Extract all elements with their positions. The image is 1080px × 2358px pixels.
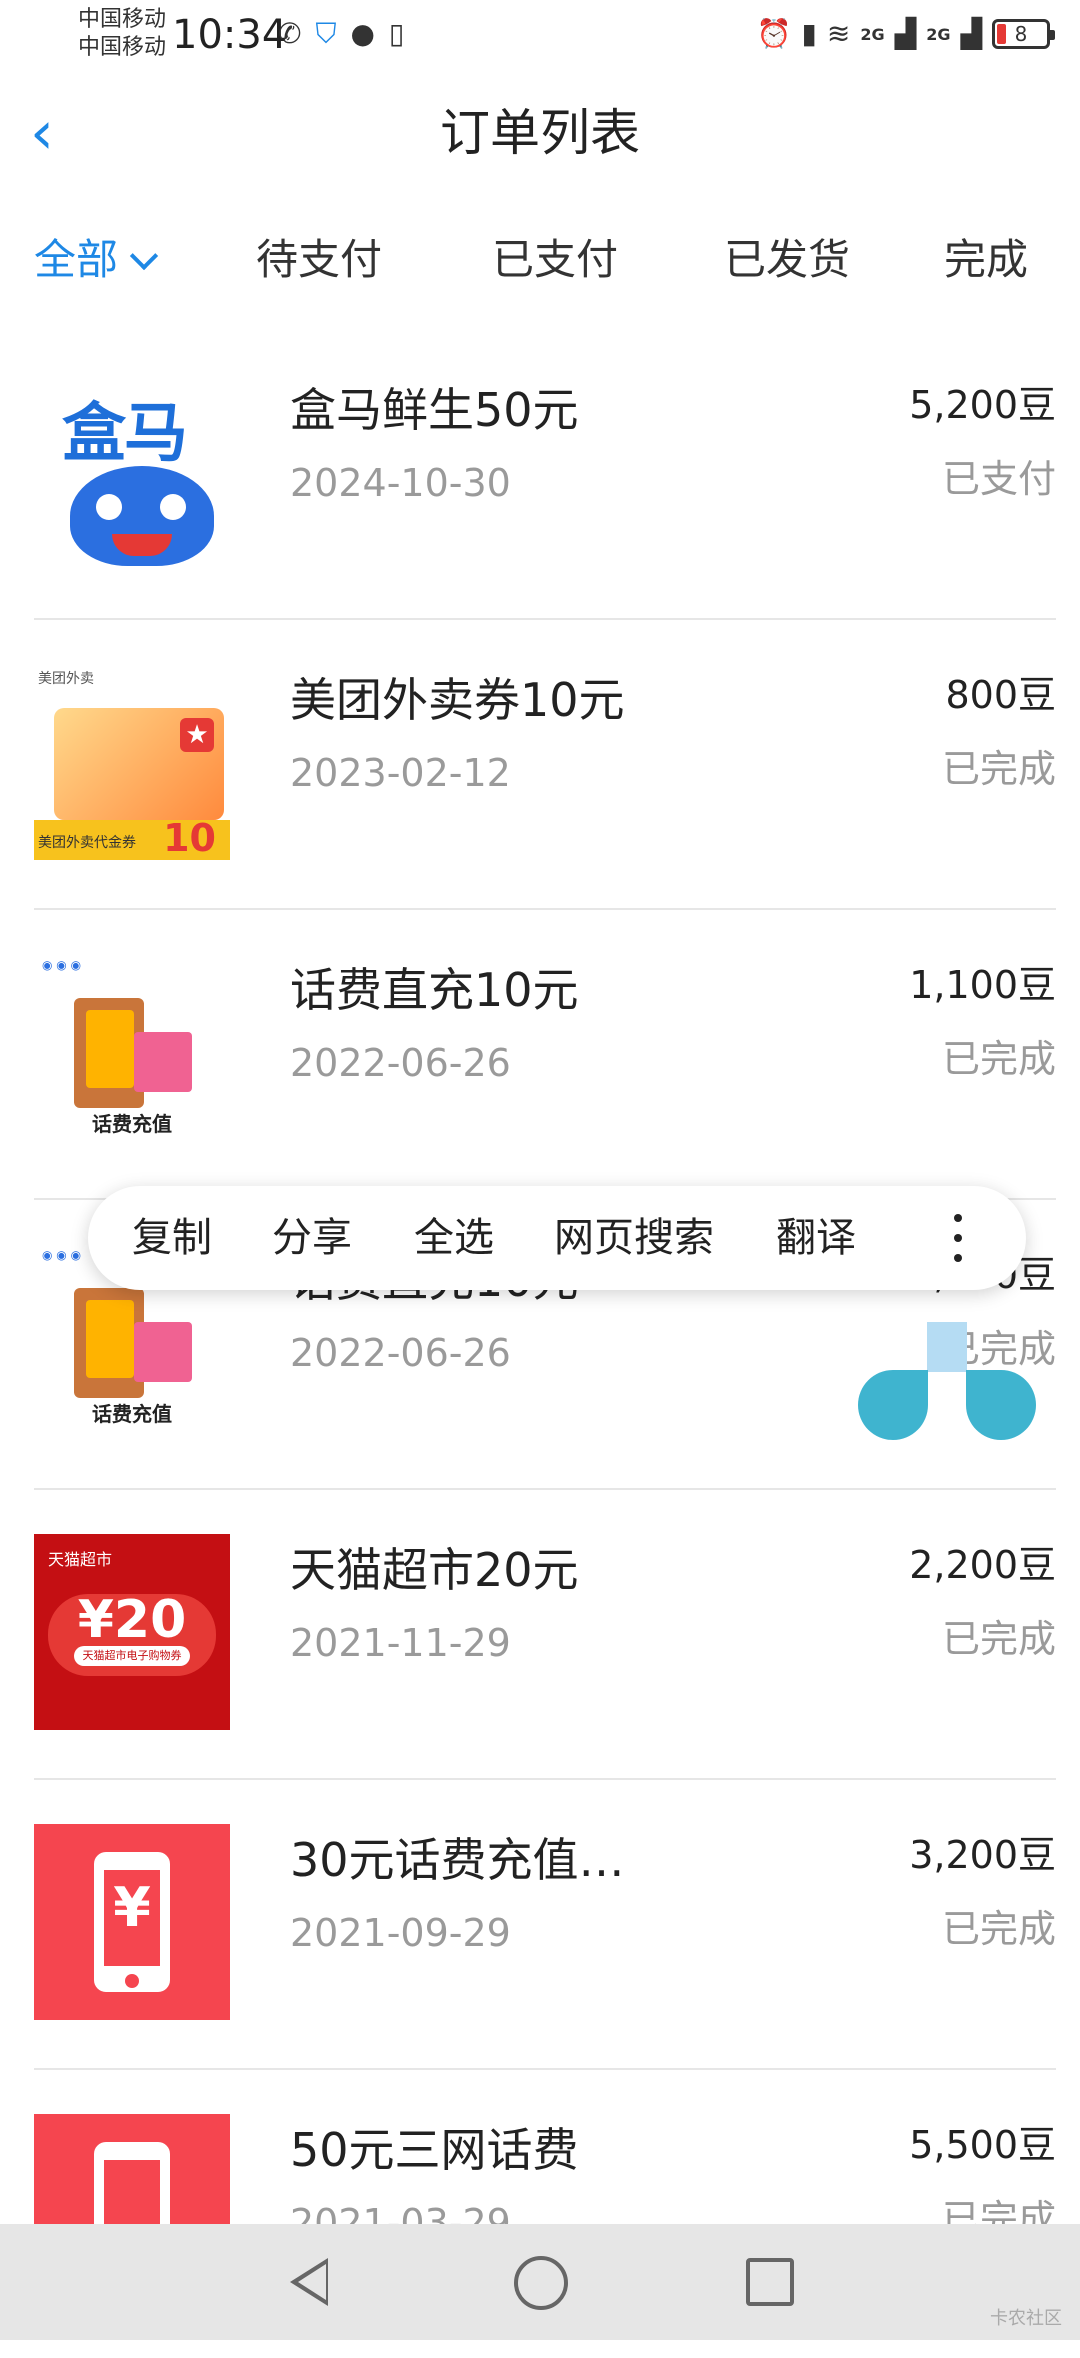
gift-icon (134, 1032, 192, 1092)
web-search-menu-item[interactable]: 网页搜索 (554, 1186, 714, 1290)
order-date: 2022-06-26 (290, 1041, 511, 1085)
battery-level: 8 (1014, 22, 1028, 46)
system-icons: ⏰ ▮ ≋ 2G ▟ 2G ▟ 8 (756, 17, 1055, 50)
order-row[interactable]: ¥ 30元话费充值… 2021-09-29 3,200豆 已完成 (34, 1780, 1056, 2070)
signal-2-icon: 2G (926, 24, 951, 44)
order-row[interactable]: 盒马 盒马鲜生50元 2024-10-30 5,200豆 已支付 (34, 330, 1056, 620)
order-date: 2021-11-29 (290, 1621, 511, 1665)
order-title: 30元话费充值… (290, 1833, 625, 1887)
order-date: 2021-09-29 (290, 1911, 511, 1955)
order-price: 2,200豆 (909, 1543, 1056, 1587)
nav-recents-icon[interactable] (746, 2258, 794, 2306)
more-options-icon[interactable] (954, 1214, 962, 1262)
page-title: 订单列表 (440, 104, 640, 162)
wifi-icon: ≋ (826, 17, 851, 50)
signal-bars-2-icon: ▟ (960, 17, 982, 50)
phone-topup-thumbnail: ◉ ◉ ◉ 话费充值 (34, 954, 230, 1150)
signal-bars-1-icon: ▟ (894, 17, 917, 50)
order-title: 话费直充10元 (290, 963, 579, 1017)
select-all-menu-item[interactable]: 全选 (414, 1186, 494, 1290)
carrier-logos-icon: ◉ ◉ ◉ (42, 958, 82, 972)
battery-icon: 8 (992, 19, 1055, 49)
signal-1-icon: 2G (860, 24, 885, 44)
selection-end-handle[interactable] (966, 1370, 1036, 1440)
order-status: 已完成 (941, 1907, 1056, 1951)
thumb-sub: 天猫超市电子购物券 (74, 1646, 190, 1666)
order-status: 已完成 (941, 747, 1056, 791)
tmall-thumbnail: 天猫超市 ¥20 天猫超市电子购物券 (34, 1534, 230, 1730)
hema-logo-text: 盒马 (62, 397, 188, 471)
order-status: 已完成 (941, 1617, 1056, 1661)
order-date: 2023-02-12 (290, 751, 511, 795)
tab-all[interactable]: 全部 (34, 225, 159, 295)
translate-menu-item[interactable]: 翻译 (776, 1186, 856, 1290)
order-row[interactable]: 天猫超市 ¥20 天猫超市电子购物券 天猫超市20元 2021-11-29 2,… (34, 1490, 1056, 1780)
carrier-2: 中国移动 (78, 35, 167, 60)
meituan-thumbnail: 美团外卖 ★ 美团外卖代金券 10 (34, 664, 230, 860)
order-title: 50元三网话费 (290, 2123, 579, 2177)
thumb-amount: 10 (163, 816, 216, 860)
order-row[interactable]: ◉ ◉ ◉ 话费充值 话费直充10元 2022-06-26 1,100豆 已完成 (34, 910, 1056, 1200)
carrier-labels: 中国移动 中国移动 (78, 6, 166, 62)
nav-home-icon[interactable] (514, 2256, 568, 2310)
share-menu-item[interactable]: 分享 (272, 1186, 352, 1290)
message-icon: ● (350, 17, 375, 50)
thumb-brand: 美团外卖 (38, 671, 94, 687)
order-row[interactable]: 美团外卖 ★ 美团外卖代金券 10 美团外卖券10元 2023-02-12 80… (34, 620, 1056, 910)
chevron-down-icon (129, 241, 159, 271)
order-title: 美团外卖券10元 (290, 673, 625, 727)
text-context-menu: 复制 分享 全选 网页搜索 翻译 (88, 1186, 1026, 1290)
missed-call-icon: ✆ (278, 17, 302, 50)
thumb-label: 话费充值 (92, 1112, 172, 1136)
tab-completed[interactable]: 完成 (944, 225, 1028, 295)
vibrate-icon: ▮ (801, 17, 817, 50)
phone-icon: ▯ (388, 17, 405, 50)
hema-thumbnail: 盒马 (34, 374, 230, 570)
order-title: 天猫超市20元 (290, 1543, 579, 1597)
carrier-1: 中国移动 (78, 7, 167, 32)
yen-icon: ¥ (113, 1876, 151, 1939)
order-tabs: 全部 待支付 已支付 已发货 完成 (0, 225, 1080, 295)
order-price: 800豆 (945, 673, 1056, 717)
watermark: 卡农社区 (990, 2308, 1062, 2329)
thumb-brand: 天猫超市 (48, 1550, 113, 1569)
shield-icon: ⛉ (315, 17, 337, 50)
thumb-label: 话费充值 (92, 1402, 172, 1426)
phone-recharge-thumbnail: ¥ (34, 1824, 230, 2020)
order-price: 3,200豆 (909, 1833, 1056, 1877)
tab-shipped[interactable]: 已发货 (724, 225, 850, 295)
copy-menu-item[interactable]: 复制 (132, 1186, 212, 1290)
system-nav-bar: 卡农社区 (0, 2224, 1080, 2340)
carrier-logos-icon: ◉ ◉ ◉ (42, 1248, 82, 1262)
order-price: 1,100豆 (909, 963, 1056, 1007)
order-date: 2024-10-30 (290, 461, 511, 505)
notification-icons: ✆ ⛉ ● ▯ (278, 18, 404, 50)
order-status: 已完成 (941, 1037, 1056, 1081)
star-icon: ★ (180, 718, 214, 752)
tab-pending-payment[interactable]: 待支付 (256, 225, 382, 295)
order-status: 已支付 (941, 457, 1056, 501)
order-title: 盒马鲜生50元 (290, 383, 579, 437)
selection-start-handle[interactable] (858, 1370, 928, 1440)
thumb-band-text: 美团外卖代金券 (38, 835, 136, 851)
tab-paid[interactable]: 已支付 (492, 225, 618, 295)
order-list: 盒马 盒马鲜生50元 2024-10-30 5,200豆 已支付 美团外卖 ★ … (0, 330, 1080, 2358)
alarm-icon: ⏰ (756, 17, 792, 50)
order-price: 5,200豆 (909, 383, 1056, 427)
tab-label: 全部 (34, 235, 119, 284)
clock: 10:34 (172, 12, 288, 58)
app-header: ‹ 订单列表 (0, 88, 1080, 178)
status-bar: 中国移动 中国移动 10:34 ✆ ⛉ ● ▯ ⏰ ▮ ≋ 2G ▟ 2G ▟ … (0, 0, 1080, 72)
order-date: 2022-06-26 (290, 1331, 511, 1375)
thumb-amount: ¥20 (77, 1590, 187, 1650)
gift-icon (134, 1322, 192, 1382)
order-price: 5,500豆 (909, 2123, 1056, 2167)
text-selection-highlight (927, 1322, 967, 1372)
